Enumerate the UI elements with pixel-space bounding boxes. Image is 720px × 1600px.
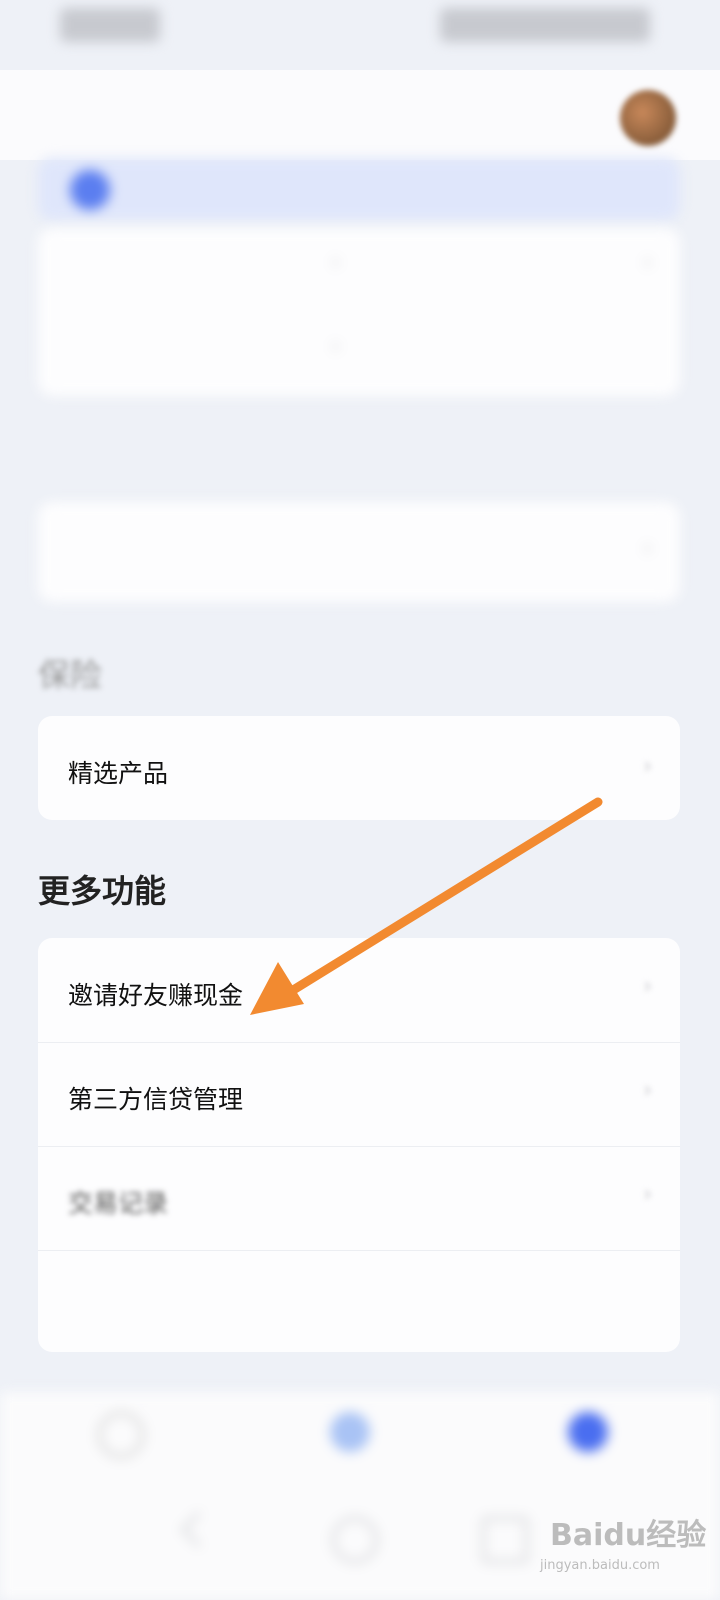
tab-center[interactable]	[290, 1412, 410, 1502]
section-heading-more: 更多功能	[38, 872, 167, 910]
battery-time-icons	[440, 8, 650, 42]
home-button-icon[interactable]	[332, 1517, 378, 1563]
home-icon	[98, 1412, 144, 1458]
chevron-right-icon: ›	[643, 1182, 652, 1207]
section-heading-insurance: 保险	[38, 656, 103, 694]
chevron-right-icon: ›	[643, 536, 652, 561]
signal-icons	[60, 8, 160, 42]
page-header	[0, 70, 720, 160]
promo-banner[interactable]	[38, 158, 680, 220]
menu-item-label: 邀请好友赚现金	[68, 981, 244, 1010]
tab-profile[interactable]	[528, 1412, 648, 1502]
chevron-right-icon: ›	[331, 250, 340, 275]
watermark-url: jingyan.baidu.com	[540, 1558, 660, 1573]
watermark-logo: Baidu经验	[550, 1518, 707, 1553]
more-functions-card: 邀请好友赚现金 › 第三方信贷管理 › 交易记录 ›	[38, 938, 680, 1352]
status-bar	[0, 0, 720, 60]
insurance-card[interactable]: 精选产品 ›	[38, 716, 680, 820]
tab-home[interactable]	[58, 1412, 178, 1502]
banner-icon	[70, 170, 110, 210]
watermark: Baidu经验 jingyan.baidu.com	[540, 1500, 710, 1590]
chevron-right-icon: ›	[643, 974, 652, 999]
menu-item-transactions[interactable]: 交易记录 ›	[38, 1146, 680, 1250]
menu-item-4[interactable]	[38, 1250, 680, 1352]
insurance-label: 精选产品	[68, 759, 169, 788]
recents-icon[interactable]	[482, 1517, 528, 1563]
avatar[interactable]	[620, 90, 676, 146]
menu-item-label: 第三方信贷管理	[68, 1085, 244, 1114]
card-1[interactable]: ›	[38, 502, 680, 602]
menu-item-invite[interactable]: 邀请好友赚现金 ›	[38, 938, 680, 1042]
chevron-right-icon: ›	[643, 754, 652, 779]
center-icon	[330, 1412, 370, 1452]
chevron-right-icon: ›	[331, 334, 340, 359]
back-icon[interactable]	[180, 1511, 217, 1548]
chevron-right-icon: ›	[643, 250, 652, 275]
profile-icon	[568, 1412, 608, 1452]
chevron-right-icon: ›	[643, 1078, 652, 1103]
menu-item-label: 交易记录	[68, 1189, 169, 1218]
menu-item-credit-management[interactable]: 第三方信贷管理 ›	[38, 1042, 680, 1146]
shortcut-grid: › › ›	[38, 228, 680, 396]
